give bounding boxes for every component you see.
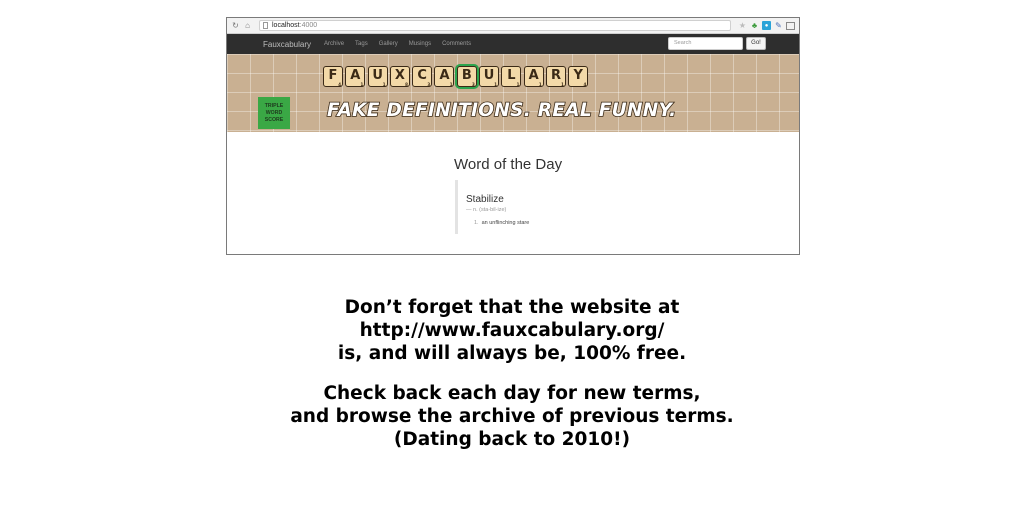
logo-tile-highlighted: B3 [456,66,477,87]
word-entry: Stabilize — n. (sta-bil-ize) 1. an unflin… [455,180,615,234]
site-tagline: FAKE DEFINITIONS. REAL FUNNY. [326,99,677,122]
logo-tile: F4 [323,66,343,87]
entry-word[interactable]: Stabilize [466,194,615,205]
logo-tile: X8 [389,66,410,87]
website-screenshot: ↻ ⌂ localhost:4000 ★ ♣ ● ✎ Fauxcabulary … [226,17,800,255]
extension-square-icon[interactable]: ● [762,21,771,30]
reload-icon[interactable]: ↻ [231,21,240,30]
entry-pronunciation: — n. (sta-bil-ize) [466,207,507,213]
url-port: :4000 [299,22,318,29]
nav-archive[interactable]: Archive [324,41,344,47]
site-brand[interactable]: Fauxcabulary [263,40,311,49]
go-button[interactable]: Go! [746,37,766,50]
logo-tile: A1 [523,66,544,87]
nav-tags[interactable]: Tags [355,41,368,47]
nav-gallery[interactable]: Gallery [379,41,398,47]
logo-tile: A1 [345,66,366,87]
triple-word-score-square: TRIPLE WORD SCORE [258,97,290,129]
logo-tile: Y4 [568,66,589,87]
promo-caption: Don’t forget that the website at http://… [0,296,1024,451]
extension-leaf-icon[interactable]: ♣ [750,21,759,30]
address-bar[interactable]: localhost:4000 [259,20,731,31]
extension-pen-icon[interactable]: ✎ [774,21,783,30]
bookmark-star-icon[interactable]: ★ [738,21,747,30]
url-host: localhost [272,22,300,29]
definition-number: 1. [474,220,479,226]
caption-line: Check back each day for new terms, [323,383,701,404]
logo-tile: A1 [434,66,455,87]
nav-comments[interactable]: Comments [442,41,471,47]
logo-tiles: F4 A1 U1 X8 C3 A1 B3 U1 L1 A1 R1 Y4 [323,66,591,87]
nav-musings[interactable]: Musings [409,41,431,47]
main-content: Word of the Day Stabilize — n. (sta-bil-… [227,132,799,254]
home-icon[interactable]: ⌂ [243,21,252,30]
logo-tile: C3 [412,66,433,87]
logo-tile: R1 [545,66,566,87]
browser-toolbar: ↻ ⌂ localhost:4000 ★ ♣ ● ✎ [227,18,799,34]
entry-definition: 1. an unflinching stare [466,220,615,226]
logo-tile: L1 [501,66,522,87]
page-icon [263,22,268,29]
site-banner: F4 A1 U1 X8 C3 A1 B3 U1 L1 A1 R1 Y4 TRIP… [227,54,799,132]
definition-text: an unflinching stare [481,220,530,226]
caption-line: and browse the archive of previous terms… [290,406,734,427]
logo-tile: U1 [367,66,388,87]
site-navbar: Fauxcabulary Archive Tags Gallery Musing… [227,34,799,54]
search-input[interactable]: Search [668,37,743,50]
cast-icon[interactable] [786,21,795,30]
caption-line: is, and will always be, 100% free. [337,343,687,364]
caption-line: (Dating back to 2010!) [393,429,631,450]
caption-url: http://www.fauxcabulary.org/ [359,320,665,341]
caption-line: Don’t forget that the website at [344,297,680,318]
page-title: Word of the Day [454,156,563,173]
logo-tile: U1 [479,66,500,87]
